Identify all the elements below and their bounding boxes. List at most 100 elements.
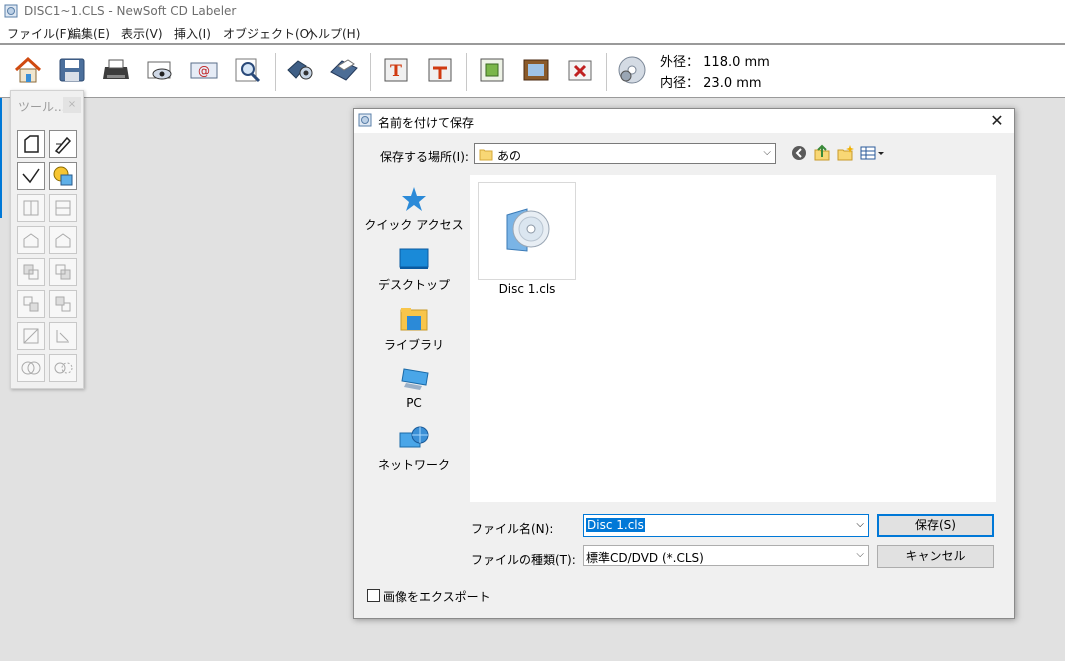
- menu-object[interactable]: オブジェクト(O): [223, 25, 314, 42]
- place-library[interactable]: ライブラリ: [364, 304, 464, 353]
- print-icon: [103, 59, 129, 79]
- curve-text-button[interactable]: [424, 54, 456, 86]
- outer-diameter-label: 外径：: [660, 55, 700, 70]
- ungroup-tool[interactable]: [49, 226, 77, 254]
- save-location-dropdown[interactable]: あの ⌵: [474, 143, 776, 164]
- ungroup-icon: [55, 233, 71, 248]
- align-left-icon: [23, 200, 39, 216]
- filename-label: ファイル名(N):: [471, 522, 554, 536]
- folder-icon: [479, 149, 493, 161]
- toolbar-separator: [275, 53, 276, 91]
- pen-icon: [54, 136, 72, 154]
- send-back-icon: [55, 264, 71, 280]
- flip-icon: [23, 328, 39, 344]
- dialog-title-bar[interactable]: 名前を付けて保存 ✕: [354, 109, 1014, 133]
- menu-view[interactable]: 表示(V): [121, 25, 163, 42]
- zoom-button[interactable]: [232, 54, 264, 86]
- toolbar-separator: [466, 53, 467, 91]
- place-pc[interactable]: PC: [364, 364, 464, 410]
- pc-icon: [401, 368, 429, 390]
- shape-icon: [24, 135, 39, 153]
- send-back-tool[interactable]: [49, 258, 77, 286]
- frame-icon: [523, 59, 549, 81]
- place-network[interactable]: ネットワーク: [364, 424, 464, 473]
- cancel-button[interactable]: キャンセル: [877, 545, 994, 568]
- menu-insert[interactable]: 挿入(I): [174, 25, 211, 42]
- main-toolbar: @ T 外径： 118.0 mm 内径： 23.0 mm: [0, 45, 1065, 98]
- filetype-dropdown[interactable]: 標準CD/DVD (*.CLS) ⌵: [583, 545, 869, 566]
- line-tool[interactable]: [17, 162, 45, 190]
- svg-text:@: @: [198, 64, 210, 78]
- chevron-down-icon: ⌵: [763, 147, 771, 158]
- print-button[interactable]: [100, 54, 132, 86]
- place-quick-access[interactable]: クイック アクセス: [364, 184, 464, 233]
- menu-file[interactable]: ファイル(F): [7, 25, 71, 42]
- scanner-button[interactable]: [328, 54, 360, 86]
- curve-text-icon: [428, 58, 452, 82]
- scanner-icon: [330, 59, 358, 81]
- back-button[interactable]: [790, 144, 808, 162]
- quick-access-icon: [402, 187, 426, 211]
- menu-help[interactable]: ヘルプ(H): [306, 25, 360, 42]
- view-grid-icon: [860, 146, 884, 160]
- draw-tool[interactable]: [49, 130, 77, 158]
- save-icon: [59, 58, 85, 82]
- break-tool[interactable]: [49, 354, 77, 382]
- image-button[interactable]: [476, 54, 508, 86]
- place-label: ライブラリ: [383, 338, 444, 352]
- dialog-close-button[interactable]: ✕: [984, 111, 1010, 131]
- group-tool[interactable]: [17, 226, 45, 254]
- place-desktop[interactable]: デスクトップ: [364, 244, 464, 293]
- place-label: ネットワーク: [377, 458, 450, 472]
- disc-dimensions: 外径： 118.0 mm 内径： 23.0 mm: [660, 52, 770, 94]
- import-button[interactable]: [564, 54, 596, 86]
- email-button[interactable]: @: [188, 54, 220, 86]
- cd-file-icon: [506, 208, 550, 252]
- toolbar-separator: [606, 53, 607, 91]
- palette-title: ツール...: [18, 100, 66, 114]
- camera-button[interactable]: [284, 54, 316, 86]
- save-button[interactable]: 保存(S): [877, 514, 994, 537]
- save-as-dialog: 名前を付けて保存 ✕ 保存する場所(I): あの ⌵ クイック アクセス デスク…: [353, 108, 1015, 619]
- filename-input[interactable]: Disc 1.cls ⌵: [583, 514, 869, 537]
- save-button[interactable]: [56, 54, 88, 86]
- up-folder-icon: [814, 144, 830, 161]
- shapes-tool[interactable]: [49, 162, 77, 190]
- rotate-icon: [56, 330, 69, 343]
- text-button[interactable]: T: [380, 54, 412, 86]
- palette-close-button[interactable]: ×: [63, 97, 81, 113]
- svg-text:T: T: [390, 61, 402, 80]
- text-icon: T: [384, 58, 408, 82]
- preview-button[interactable]: [144, 54, 176, 86]
- combine-tool[interactable]: [17, 354, 45, 382]
- toolbar-separator: [370, 53, 371, 91]
- new-folder-button[interactable]: [837, 144, 855, 162]
- flip-tool[interactable]: [17, 322, 45, 350]
- palette-header[interactable]: ツール... ×: [11, 91, 83, 119]
- outer-diameter-value: 118.0 mm: [703, 55, 770, 70]
- backward-tool[interactable]: [49, 290, 77, 318]
- select-tool[interactable]: [17, 130, 45, 158]
- file-item[interactable]: [478, 182, 576, 280]
- align-left-tool[interactable]: [17, 194, 45, 222]
- align-top-tool[interactable]: [49, 194, 77, 222]
- home-icon: [14, 56, 42, 83]
- file-list[interactable]: Disc 1.cls: [470, 175, 996, 502]
- app-icon: [4, 4, 18, 18]
- forward-tool[interactable]: [17, 290, 45, 318]
- dialog-title: 名前を付けて保存: [378, 116, 475, 130]
- menu-edit[interactable]: 編集(E): [69, 25, 110, 42]
- disc-settings-button[interactable]: [616, 54, 648, 86]
- home-button[interactable]: [12, 54, 44, 86]
- rotate-tool[interactable]: [49, 322, 77, 350]
- file-name-label: Disc 1.cls: [498, 282, 556, 296]
- import-icon: [568, 60, 592, 81]
- back-arrow-icon: [792, 146, 806, 160]
- view-menu-button[interactable]: [860, 144, 886, 162]
- export-image-checkbox[interactable]: [367, 589, 380, 602]
- frame-button[interactable]: [520, 54, 552, 86]
- up-folder-button[interactable]: [813, 144, 831, 162]
- filename-value: Disc 1.cls: [586, 518, 645, 532]
- bring-front-tool[interactable]: [17, 258, 45, 286]
- align-top-icon: [55, 200, 71, 216]
